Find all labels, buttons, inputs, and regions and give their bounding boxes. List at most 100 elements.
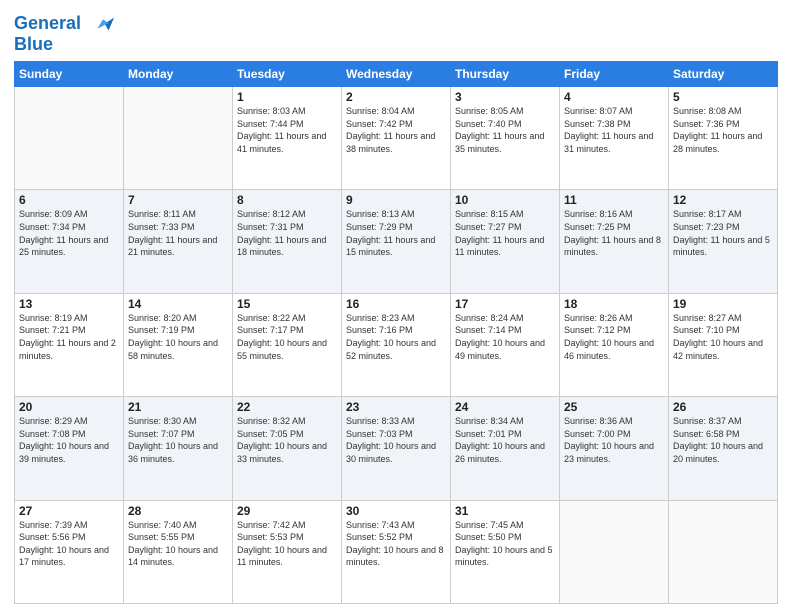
day-number: 24 bbox=[455, 400, 555, 414]
day-header-monday: Monday bbox=[124, 62, 233, 87]
calendar-cell: 4Sunrise: 8:07 AM Sunset: 7:38 PM Daylig… bbox=[560, 87, 669, 190]
calendar-cell: 10Sunrise: 8:15 AM Sunset: 7:27 PM Dayli… bbox=[451, 190, 560, 293]
day-info: Sunrise: 8:19 AM Sunset: 7:21 PM Dayligh… bbox=[19, 312, 119, 362]
day-number: 23 bbox=[346, 400, 446, 414]
calendar-cell: 31Sunrise: 7:45 AM Sunset: 5:50 PM Dayli… bbox=[451, 500, 560, 603]
day-number: 20 bbox=[19, 400, 119, 414]
calendar-cell: 2Sunrise: 8:04 AM Sunset: 7:42 PM Daylig… bbox=[342, 87, 451, 190]
day-number: 14 bbox=[128, 297, 228, 311]
day-header-friday: Friday bbox=[560, 62, 669, 87]
calendar-cell: 18Sunrise: 8:26 AM Sunset: 7:12 PM Dayli… bbox=[560, 293, 669, 396]
calendar-cell: 30Sunrise: 7:43 AM Sunset: 5:52 PM Dayli… bbox=[342, 500, 451, 603]
day-header-sunday: Sunday bbox=[15, 62, 124, 87]
header: General Blue bbox=[14, 10, 778, 55]
page: General Blue SundayMondayTuesdayWednesda… bbox=[0, 0, 792, 612]
day-info: Sunrise: 8:32 AM Sunset: 7:05 PM Dayligh… bbox=[237, 415, 337, 465]
calendar-cell: 9Sunrise: 8:13 AM Sunset: 7:29 PM Daylig… bbox=[342, 190, 451, 293]
day-number: 12 bbox=[673, 193, 773, 207]
logo-bird-icon bbox=[88, 10, 116, 38]
calendar-cell: 22Sunrise: 8:32 AM Sunset: 7:05 PM Dayli… bbox=[233, 397, 342, 500]
day-number: 9 bbox=[346, 193, 446, 207]
day-info: Sunrise: 8:20 AM Sunset: 7:19 PM Dayligh… bbox=[128, 312, 228, 362]
day-number: 27 bbox=[19, 504, 119, 518]
calendar-cell: 29Sunrise: 7:42 AM Sunset: 5:53 PM Dayli… bbox=[233, 500, 342, 603]
calendar-cell: 3Sunrise: 8:05 AM Sunset: 7:40 PM Daylig… bbox=[451, 87, 560, 190]
day-info: Sunrise: 7:42 AM Sunset: 5:53 PM Dayligh… bbox=[237, 519, 337, 569]
day-info: Sunrise: 8:33 AM Sunset: 7:03 PM Dayligh… bbox=[346, 415, 446, 465]
day-number: 26 bbox=[673, 400, 773, 414]
day-info: Sunrise: 8:23 AM Sunset: 7:16 PM Dayligh… bbox=[346, 312, 446, 362]
day-header-tuesday: Tuesday bbox=[233, 62, 342, 87]
calendar-week-1: 1Sunrise: 8:03 AM Sunset: 7:44 PM Daylig… bbox=[15, 87, 778, 190]
day-info: Sunrise: 8:05 AM Sunset: 7:40 PM Dayligh… bbox=[455, 105, 555, 155]
calendar-cell: 11Sunrise: 8:16 AM Sunset: 7:25 PM Dayli… bbox=[560, 190, 669, 293]
day-header-saturday: Saturday bbox=[669, 62, 778, 87]
calendar-cell: 8Sunrise: 8:12 AM Sunset: 7:31 PM Daylig… bbox=[233, 190, 342, 293]
day-number: 11 bbox=[564, 193, 664, 207]
calendar-cell: 15Sunrise: 8:22 AM Sunset: 7:17 PM Dayli… bbox=[233, 293, 342, 396]
day-header-thursday: Thursday bbox=[451, 62, 560, 87]
day-info: Sunrise: 8:37 AM Sunset: 6:58 PM Dayligh… bbox=[673, 415, 773, 465]
calendar-cell: 27Sunrise: 7:39 AM Sunset: 5:56 PM Dayli… bbox=[15, 500, 124, 603]
day-info: Sunrise: 8:13 AM Sunset: 7:29 PM Dayligh… bbox=[346, 208, 446, 258]
day-number: 16 bbox=[346, 297, 446, 311]
day-info: Sunrise: 8:07 AM Sunset: 7:38 PM Dayligh… bbox=[564, 105, 664, 155]
day-info: Sunrise: 7:39 AM Sunset: 5:56 PM Dayligh… bbox=[19, 519, 119, 569]
day-info: Sunrise: 7:43 AM Sunset: 5:52 PM Dayligh… bbox=[346, 519, 446, 569]
calendar-cell bbox=[124, 87, 233, 190]
day-number: 7 bbox=[128, 193, 228, 207]
calendar-cell: 5Sunrise: 8:08 AM Sunset: 7:36 PM Daylig… bbox=[669, 87, 778, 190]
day-info: Sunrise: 8:26 AM Sunset: 7:12 PM Dayligh… bbox=[564, 312, 664, 362]
day-number: 22 bbox=[237, 400, 337, 414]
day-info: Sunrise: 8:04 AM Sunset: 7:42 PM Dayligh… bbox=[346, 105, 446, 155]
calendar-cell: 14Sunrise: 8:20 AM Sunset: 7:19 PM Dayli… bbox=[124, 293, 233, 396]
day-info: Sunrise: 8:08 AM Sunset: 7:36 PM Dayligh… bbox=[673, 105, 773, 155]
calendar-cell: 16Sunrise: 8:23 AM Sunset: 7:16 PM Dayli… bbox=[342, 293, 451, 396]
day-number: 21 bbox=[128, 400, 228, 414]
day-number: 18 bbox=[564, 297, 664, 311]
calendar-cell: 23Sunrise: 8:33 AM Sunset: 7:03 PM Dayli… bbox=[342, 397, 451, 500]
calendar-week-5: 27Sunrise: 7:39 AM Sunset: 5:56 PM Dayli… bbox=[15, 500, 778, 603]
logo: General Blue bbox=[14, 10, 116, 55]
day-number: 5 bbox=[673, 90, 773, 104]
day-number: 25 bbox=[564, 400, 664, 414]
day-info: Sunrise: 8:17 AM Sunset: 7:23 PM Dayligh… bbox=[673, 208, 773, 258]
day-number: 13 bbox=[19, 297, 119, 311]
calendar-cell: 26Sunrise: 8:37 AM Sunset: 6:58 PM Dayli… bbox=[669, 397, 778, 500]
day-number: 17 bbox=[455, 297, 555, 311]
calendar-cell: 13Sunrise: 8:19 AM Sunset: 7:21 PM Dayli… bbox=[15, 293, 124, 396]
day-header-row: SundayMondayTuesdayWednesdayThursdayFrid… bbox=[15, 62, 778, 87]
day-info: Sunrise: 7:40 AM Sunset: 5:55 PM Dayligh… bbox=[128, 519, 228, 569]
calendar-body: 1Sunrise: 8:03 AM Sunset: 7:44 PM Daylig… bbox=[15, 87, 778, 604]
calendar-cell: 21Sunrise: 8:30 AM Sunset: 7:07 PM Dayli… bbox=[124, 397, 233, 500]
day-number: 1 bbox=[237, 90, 337, 104]
day-number: 28 bbox=[128, 504, 228, 518]
day-info: Sunrise: 8:27 AM Sunset: 7:10 PM Dayligh… bbox=[673, 312, 773, 362]
day-number: 10 bbox=[455, 193, 555, 207]
logo-general: General bbox=[14, 13, 81, 33]
day-number: 2 bbox=[346, 90, 446, 104]
day-number: 8 bbox=[237, 193, 337, 207]
calendar-cell bbox=[15, 87, 124, 190]
calendar-week-3: 13Sunrise: 8:19 AM Sunset: 7:21 PM Dayli… bbox=[15, 293, 778, 396]
day-number: 15 bbox=[237, 297, 337, 311]
calendar-cell: 6Sunrise: 8:09 AM Sunset: 7:34 PM Daylig… bbox=[15, 190, 124, 293]
day-info: Sunrise: 8:30 AM Sunset: 7:07 PM Dayligh… bbox=[128, 415, 228, 465]
day-info: Sunrise: 8:36 AM Sunset: 7:00 PM Dayligh… bbox=[564, 415, 664, 465]
calendar-cell: 25Sunrise: 8:36 AM Sunset: 7:00 PM Dayli… bbox=[560, 397, 669, 500]
day-header-wednesday: Wednesday bbox=[342, 62, 451, 87]
calendar-header: SundayMondayTuesdayWednesdayThursdayFrid… bbox=[15, 62, 778, 87]
calendar-cell: 24Sunrise: 8:34 AM Sunset: 7:01 PM Dayli… bbox=[451, 397, 560, 500]
calendar-cell: 12Sunrise: 8:17 AM Sunset: 7:23 PM Dayli… bbox=[669, 190, 778, 293]
day-number: 29 bbox=[237, 504, 337, 518]
calendar-cell bbox=[560, 500, 669, 603]
day-number: 30 bbox=[346, 504, 446, 518]
day-info: Sunrise: 8:24 AM Sunset: 7:14 PM Dayligh… bbox=[455, 312, 555, 362]
calendar-cell bbox=[669, 500, 778, 603]
calendar-cell: 20Sunrise: 8:29 AM Sunset: 7:08 PM Dayli… bbox=[15, 397, 124, 500]
day-info: Sunrise: 8:22 AM Sunset: 7:17 PM Dayligh… bbox=[237, 312, 337, 362]
day-info: Sunrise: 8:16 AM Sunset: 7:25 PM Dayligh… bbox=[564, 208, 664, 258]
day-info: Sunrise: 8:15 AM Sunset: 7:27 PM Dayligh… bbox=[455, 208, 555, 258]
calendar-cell: 17Sunrise: 8:24 AM Sunset: 7:14 PM Dayli… bbox=[451, 293, 560, 396]
day-number: 3 bbox=[455, 90, 555, 104]
